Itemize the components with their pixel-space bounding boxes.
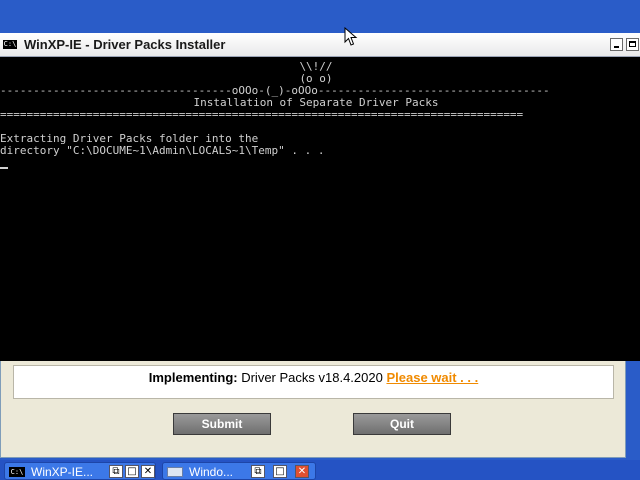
implementing-label: Implementing:: [148, 370, 238, 385]
status-text: Please wait . . .: [386, 370, 479, 385]
window-icon: [167, 467, 183, 477]
console-message-line-2: directory "C:\DOCUME~1\Admin\LOCALS~1\Te…: [0, 144, 325, 157]
console-window[interactable]: C:\ WinXP-IE - Driver Packs Installer \\…: [0, 33, 640, 361]
implementing-box: Implementing: Driver Packs v18.4.2020 Pl…: [13, 365, 614, 399]
console-heading: Installation of Separate Driver Packs: [193, 96, 439, 109]
text-cursor: [0, 167, 8, 169]
console-output: \\!// (o o) ----------------------------…: [0, 59, 640, 359]
taskbar-item-console[interactable]: C:\ WinXP-IE... ⧉ □ ✕: [4, 462, 156, 480]
restore-icon[interactable]: ⧉: [251, 465, 265, 478]
console-rule: ========================================…: [0, 109, 524, 121]
taskbar: C:\ WinXP-IE... ⧉ □ ✕ Windo... ⧉ □ ✕: [0, 460, 640, 480]
maximize-icon[interactable]: □: [273, 465, 287, 478]
cmd-icon: C:\: [3, 40, 17, 49]
cmd-icon: C:\: [9, 467, 25, 477]
implementing-line: Implementing: Driver Packs v18.4.2020 Pl…: [14, 370, 613, 385]
taskbar-item-label: Windo...: [189, 465, 234, 479]
restore-icon[interactable]: ⧉: [109, 465, 123, 478]
desktop: Implementing: Driver Packs v18.4.2020 Pl…: [0, 0, 640, 480]
submit-button[interactable]: Submit: [173, 413, 271, 435]
taskbar-item-label: WinXP-IE...: [31, 465, 94, 479]
console-titlebar[interactable]: C:\ WinXP-IE - Driver Packs Installer: [0, 33, 640, 57]
ascii-art-line-2: (o o): [299, 72, 333, 85]
maximize-icon[interactable]: □: [125, 465, 139, 478]
close-icon[interactable]: ✕: [141, 465, 155, 478]
mouse-pointer-icon: [344, 27, 358, 46]
close-icon[interactable]: ✕: [295, 465, 309, 478]
quit-button[interactable]: Quit: [353, 413, 451, 435]
maximize-button[interactable]: [626, 38, 639, 51]
window-title: WinXP-IE - Driver Packs Installer: [24, 37, 226, 52]
taskbar-item-window[interactable]: Windo... ⧉ □ ✕: [162, 462, 316, 480]
implementing-value: Driver Packs v18.4.2020: [241, 370, 383, 385]
minimize-button[interactable]: [610, 38, 623, 51]
